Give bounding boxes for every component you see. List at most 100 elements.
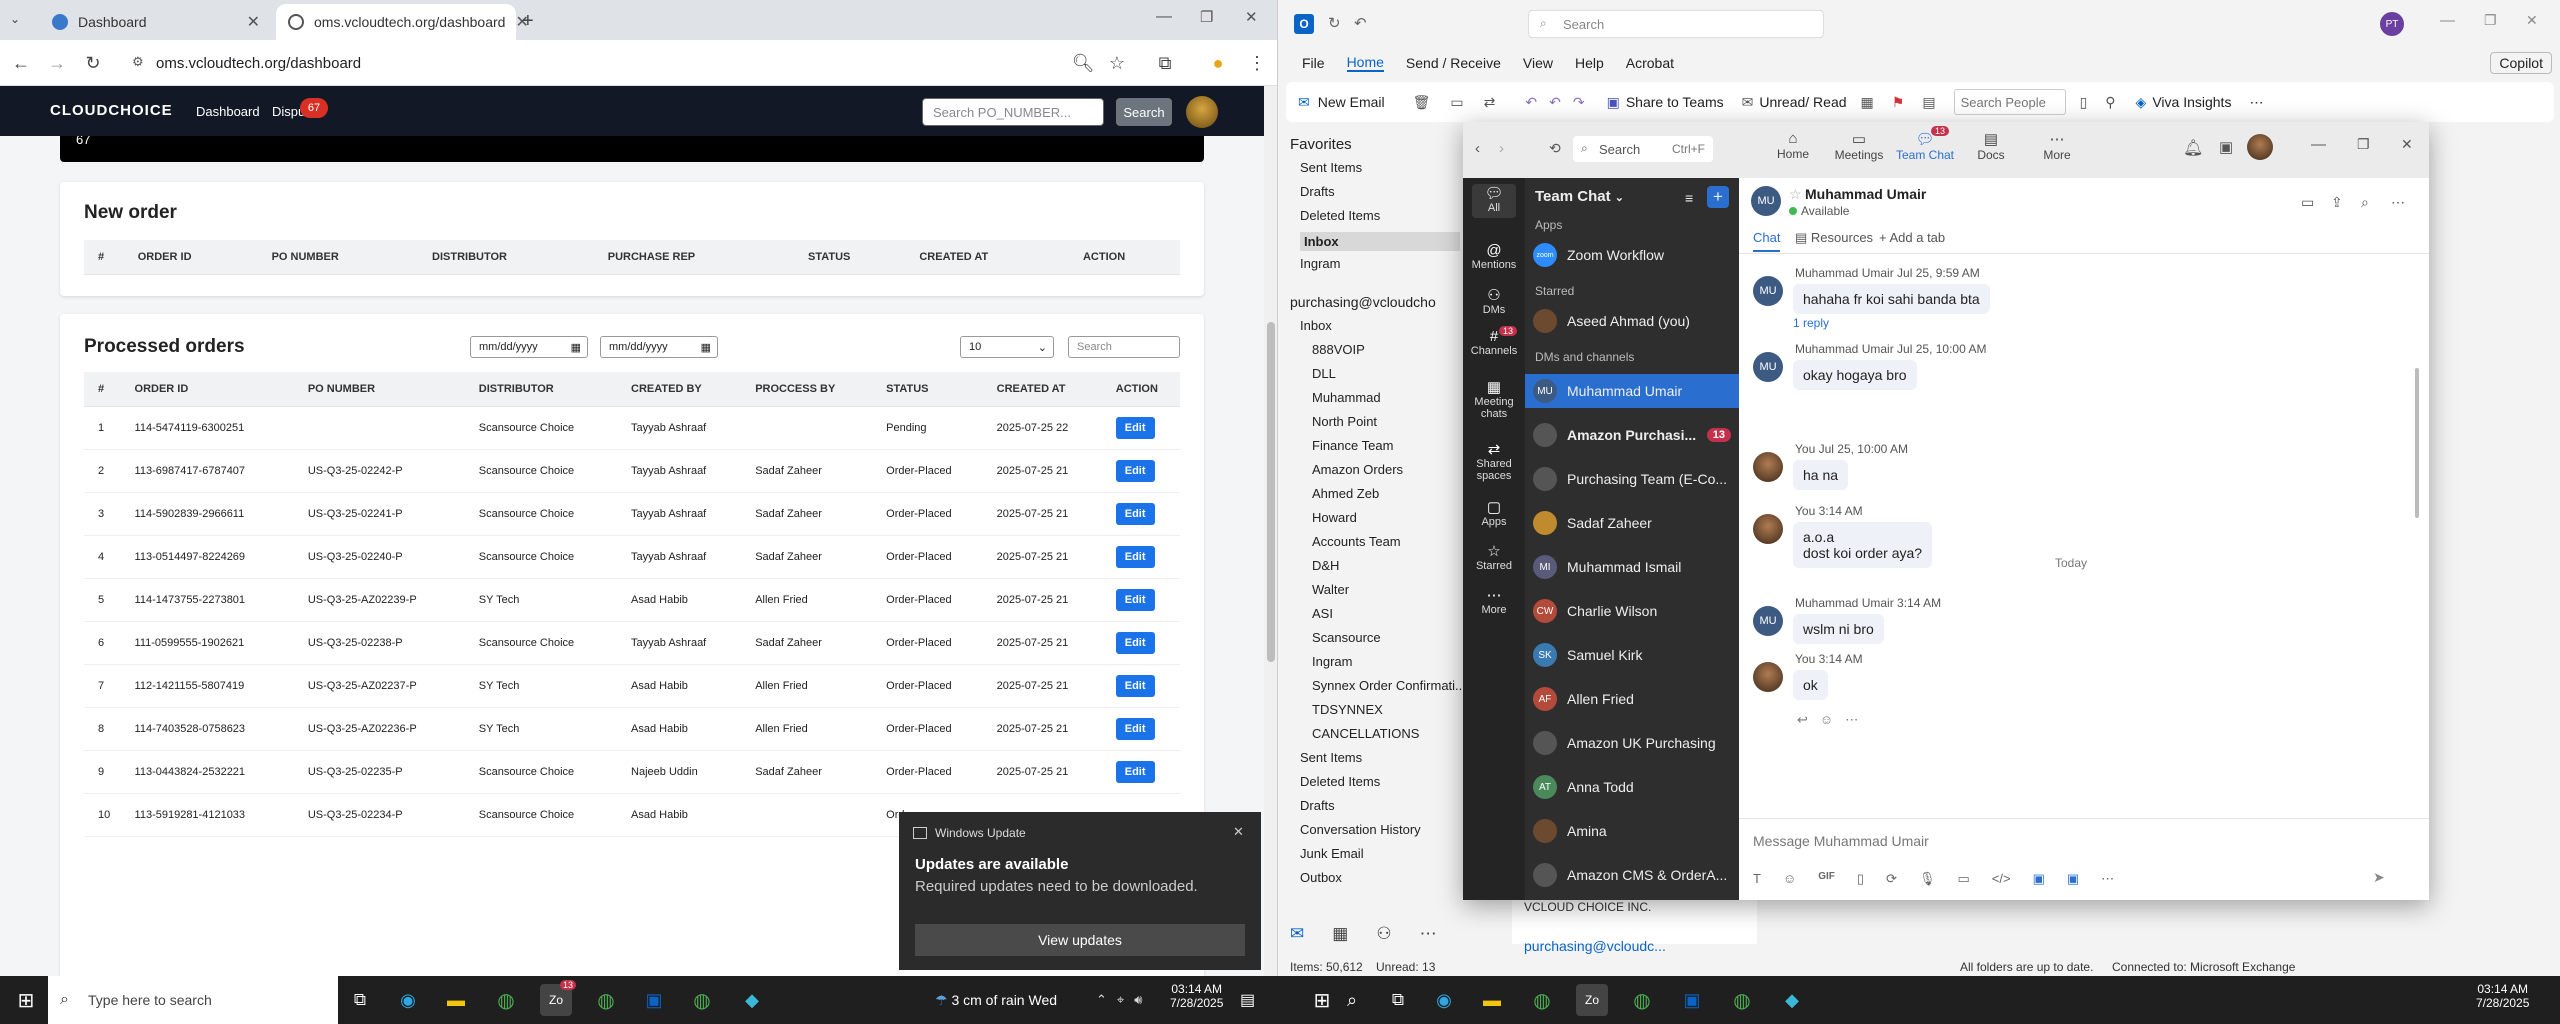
- chrome-icon[interactable]: ◍: [490, 984, 522, 1016]
- search-people-input[interactable]: Search People: [1953, 89, 2066, 115]
- subfolder[interactable]: Scansource: [1312, 630, 1381, 645]
- favorites-header[interactable]: Favorites: [1290, 136, 1352, 153]
- profile-extension-icon[interactable]: ●: [1205, 50, 1231, 76]
- clock-left[interactable]: 03:14 AM 7/28/2025: [1170, 982, 1223, 1010]
- reload-icon[interactable]: ↻: [80, 50, 106, 76]
- outlook-taskbar-icon[interactable]: ▣: [1676, 984, 1708, 1016]
- flag-icon[interactable]: ⚑: [1892, 94, 1905, 111]
- taskbar-search-input[interactable]: Type here to search: [48, 976, 338, 1024]
- move-icon[interactable]: ⇄: [1484, 94, 1496, 111]
- edit-button[interactable]: Edit: [1115, 502, 1155, 525]
- app-icon[interactable]: ◆: [1776, 984, 1808, 1016]
- message-avatar[interactable]: [1753, 514, 1783, 544]
- chat-list-item[interactable]: SK Samuel Kirk: [1525, 638, 1739, 672]
- extensions-icon[interactable]: ⧉: [1152, 50, 1178, 76]
- maximize-icon[interactable]: ❐: [1200, 8, 1213, 26]
- rail-mentions[interactable]: @ Mentions: [1463, 242, 1525, 271]
- favorite-star-icon[interactable]: ☆: [1789, 186, 1802, 203]
- mail-folder[interactable]: Sent Items: [1300, 750, 1362, 765]
- chrome-icon[interactable]: ◍: [686, 984, 718, 1016]
- account-header[interactable]: purchasing@vcloudcho: [1290, 294, 1436, 310]
- more-options-icon[interactable]: ⋯: [2391, 194, 2405, 211]
- bookmark-star-icon[interactable]: ☆: [1104, 50, 1130, 76]
- task-view-icon[interactable]: ⧉: [344, 984, 376, 1016]
- subfolder[interactable]: Amazon Orders: [1312, 462, 1403, 477]
- mic-icon[interactable]: 🎙︎: [1919, 871, 1936, 887]
- chrome-icon[interactable]: ◍: [1726, 984, 1758, 1016]
- viva-insights-button[interactable]: Viva Insights: [2152, 94, 2231, 110]
- mail-folder[interactable]: Conversation History: [1300, 822, 1421, 837]
- view-updates-button[interactable]: View updates: [915, 924, 1245, 956]
- delete-icon[interactable]: 🗑: [1413, 94, 1431, 111]
- subfolder[interactable]: Walter: [1312, 582, 1349, 597]
- processed-search-input[interactable]: Search: [1068, 336, 1180, 358]
- send-icon[interactable]: ➤: [2373, 869, 2385, 886]
- chat-list-item[interactable]: Sadaf Zaheer: [1525, 506, 1739, 540]
- top-nav-home[interactable]: ⌂ Home: [1763, 130, 1823, 161]
- notification-icon[interactable]: ▤: [1240, 990, 1255, 1010]
- menu-file[interactable]: File: [1302, 55, 1325, 71]
- start-icon[interactable]: ⊞: [1306, 984, 1338, 1016]
- message-bubble[interactable]: wslm ni bro: [1793, 614, 1884, 644]
- video-call-icon[interactable]: ▭: [2301, 194, 2314, 211]
- subfolder[interactable]: North Point: [1312, 414, 1377, 429]
- compose-input[interactable]: Message Muhammad Umair: [1753, 833, 1929, 849]
- rail-shared-spaces[interactable]: ⇄ Shared spaces: [1463, 440, 1525, 482]
- tab-dashboard[interactable]: Dashboard ✕: [40, 4, 272, 40]
- chat-list-item[interactable]: Amazon Purchasi... 13: [1525, 418, 1739, 452]
- chrome-icon[interactable]: ◍: [590, 984, 622, 1016]
- app-icon[interactable]: ▣: [2033, 871, 2045, 887]
- site-logo[interactable]: CLOUDCHOICE: [50, 102, 173, 119]
- edit-button[interactable]: Edit: [1115, 717, 1155, 740]
- chat-list-item[interactable]: Amazon CMS & OrderA...: [1525, 858, 1739, 892]
- top-nav-team-chat[interactable]: 💬︎ Team Chat 13: [1895, 126, 1955, 162]
- message-avatar[interactable]: MU: [1753, 352, 1783, 382]
- chrome-icon[interactable]: ◍: [1526, 984, 1558, 1016]
- message-bubble[interactable]: okay hogaya bro: [1793, 360, 1917, 390]
- message-bubble[interactable]: a.o.a dost koi order aya?: [1793, 522, 1933, 568]
- edit-button[interactable]: Edit: [1115, 631, 1155, 654]
- tab-resources[interactable]: ▤ Resources: [1795, 230, 1873, 246]
- message-avatar[interactable]: MU: [1753, 606, 1783, 636]
- filter-icon[interactable]: ≡: [1685, 190, 1693, 206]
- favorite-folder[interactable]: Deleted Items: [1300, 208, 1380, 223]
- favorite-folder[interactable]: Ingram: [1300, 256, 1340, 271]
- history-icon[interactable]: ⟲: [1549, 140, 1561, 157]
- menu-help[interactable]: Help: [1575, 55, 1604, 71]
- zoho-icon[interactable]: Zo: [1576, 984, 1608, 1016]
- scrollbar-thumb[interactable]: [1267, 322, 1275, 662]
- new-tab-icon[interactable]: +: [522, 10, 534, 33]
- message-avatar[interactable]: [1753, 452, 1783, 482]
- calendar-icon[interactable]: ▦: [1332, 924, 1348, 944]
- more-apps-icon[interactable]: ⋯: [1420, 924, 1437, 944]
- app-icon[interactable]: ◆: [736, 984, 768, 1016]
- date-to-input[interactable]: mm/dd/yyyy ▦: [600, 336, 718, 358]
- react-icon[interactable]: ☺: [1820, 712, 1833, 728]
- new-chat-icon[interactable]: +: [1707, 186, 1729, 208]
- message-sender[interactable]: VCLOUD CHOICE INC.: [1524, 900, 1651, 914]
- my-avatar[interactable]: [2247, 134, 2273, 160]
- message-sender[interactable]: purchasing@vcloudc...: [1524, 938, 1666, 954]
- contact-avatar[interactable]: MU: [1751, 186, 1781, 216]
- subfolder[interactable]: 888VOIP: [1312, 342, 1365, 357]
- back-icon[interactable]: ‹: [1475, 140, 1480, 157]
- subfolder[interactable]: D&H: [1312, 558, 1339, 573]
- subfolder[interactable]: Howard: [1312, 510, 1357, 525]
- message-avatar[interactable]: MU: [1753, 276, 1783, 306]
- forward-icon[interactable]: ›: [1499, 140, 1504, 157]
- mail-folder[interactable]: Drafts: [1300, 798, 1335, 813]
- teams-search-input[interactable]: ⌕ Search Ctrl+F: [1573, 136, 1713, 162]
- list-item[interactable]: Aseed Ahmad (you): [1525, 304, 1739, 338]
- chat-list-item[interactable]: MU Muhammad Umair: [1525, 374, 1739, 408]
- page-scrollbar[interactable]: [1264, 86, 1277, 976]
- ribbon-more-icon[interactable]: ⋯: [2249, 94, 2263, 111]
- rail-channels[interactable]: # Channels 13: [1463, 326, 1525, 357]
- edge-icon[interactable]: ◉: [1428, 984, 1460, 1016]
- edit-button[interactable]: Edit: [1115, 588, 1155, 611]
- minimize-icon[interactable]: —: [2440, 12, 2455, 29]
- mail-folder[interactable]: Junk Email: [1300, 846, 1364, 861]
- close-window-icon[interactable]: ✕: [2401, 136, 2413, 153]
- chat-list-item[interactable]: AF Allen Fried: [1525, 682, 1739, 716]
- chat-list-item[interactable]: AT Anna Todd: [1525, 770, 1739, 804]
- close-tab-icon[interactable]: ✕: [247, 12, 260, 32]
